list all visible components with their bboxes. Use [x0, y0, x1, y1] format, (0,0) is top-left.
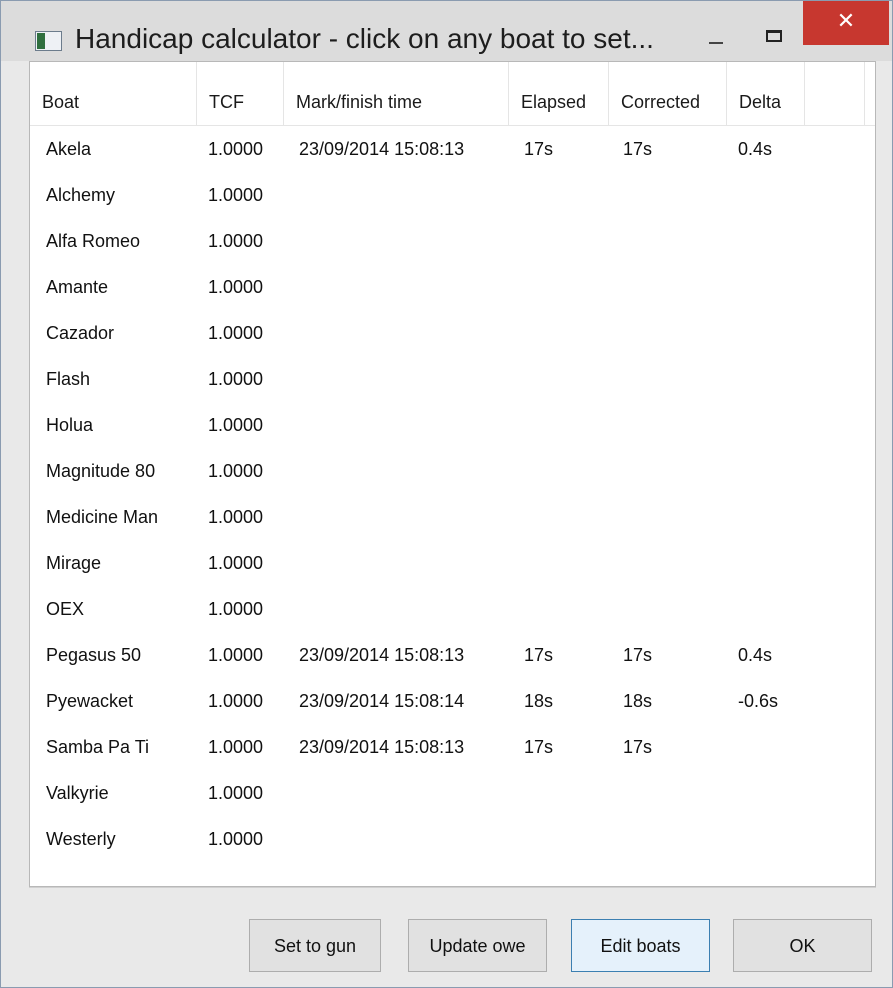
- table-row[interactable]: Akela 1.0000 23/09/2014 15:08:13 17s 17s 0.4s: [30, 126, 875, 172]
- column-header-corrected[interactable]: Corrected: [609, 62, 727, 125]
- column-header-elapsed[interactable]: Elapsed: [509, 62, 609, 125]
- column-header-tcf[interactable]: TCF: [197, 62, 284, 125]
- table-row[interactable]: Amante 1.0000: [30, 264, 875, 310]
- boat-name-cell: Flash: [46, 369, 91, 389]
- tcf-value-cell: 1.0000: [208, 691, 264, 711]
- elapsed-time-cell: 17s: [524, 737, 554, 757]
- finish-time-cell: 23/09/2014 15:08:13: [299, 737, 465, 757]
- corrected-time-cell: 17s: [623, 645, 653, 665]
- table-row[interactable]: Samba Pa Ti 1.0000 23/09/2014 15:08:13 17s 1…: [30, 724, 875, 770]
- tcf-value-cell: 1.0000: [208, 737, 264, 757]
- boat-name-cell: Westerly: [46, 829, 116, 849]
- delta-time-cell: -0.6s: [738, 691, 779, 711]
- table-row[interactable]: Pyewacket 1.0000 23/09/2014 15:08:14 18s 18s…: [30, 678, 875, 724]
- boat-name-cell: Valkyrie: [46, 783, 109, 803]
- column-header-boat[interactable]: Boat: [30, 62, 197, 125]
- boat-name-cell: Pegasus 50: [46, 645, 142, 665]
- elapsed-time-cell: 18s: [524, 691, 554, 711]
- tcf-value-cell: 1.0000: [208, 553, 264, 573]
- finish-time-cell: 23/09/2014 15:08:14: [299, 691, 465, 711]
- tcf-value-cell: 1.0000: [208, 461, 264, 481]
- table-row[interactable]: OEX 1.0000: [30, 586, 875, 632]
- table-row[interactable]: Alfa Romeo 1.0000: [30, 218, 875, 264]
- tcf-value-cell: 1.0000: [208, 783, 264, 803]
- boat-name-cell: Cazador: [46, 323, 115, 343]
- tcf-value-cell: 1.0000: [208, 599, 264, 619]
- column-header-mark-finish-time[interactable]: Mark/finish time: [284, 62, 509, 125]
- table-row[interactable]: Mirage 1.0000: [30, 540, 875, 586]
- title-bar[interactable]: Handicap calculator - click on any boat …: [1, 1, 892, 61]
- minimize-button[interactable]: [689, 1, 743, 51]
- elapsed-time-cell: 17s: [524, 645, 554, 665]
- tcf-value-cell: 1.0000: [208, 323, 264, 343]
- edit-boats-button[interactable]: Edit boats: [571, 919, 710, 972]
- table-row[interactable]: Cazador 1.0000: [30, 310, 875, 356]
- boat-name-cell: Medicine Man: [46, 507, 159, 527]
- tcf-value-cell: 1.0000: [208, 369, 264, 389]
- tcf-value-cell: 1.0000: [208, 277, 264, 297]
- table-row[interactable]: Magnitude 80 1.0000: [30, 448, 875, 494]
- corrected-time-cell: 17s: [623, 139, 653, 159]
- column-header-extra[interactable]: [805, 62, 865, 125]
- elapsed-time-cell: 17s: [524, 139, 554, 159]
- update-owe-button[interactable]: Update owe: [408, 919, 547, 972]
- table-row[interactable]: Holua 1.0000: [30, 402, 875, 448]
- set-to-gun-button[interactable]: Set to gun: [249, 919, 381, 972]
- handicap-calculator-window: Handicap calculator - click on any boat …: [0, 0, 893, 988]
- maximize-button[interactable]: [745, 1, 799, 51]
- boats-rows: Akela 1.0000 23/09/2014 15:08:13 17s 17s 0.4s…: [30, 126, 875, 862]
- boats-list[interactable]: Boat TCF Mark/finish time Elapsed Correc…: [29, 61, 876, 887]
- table-row[interactable]: Westerly 1.0000: [30, 816, 875, 862]
- tcf-value-cell: 1.0000: [208, 139, 264, 159]
- column-header-delta[interactable]: Delta: [727, 62, 805, 125]
- minimize-icon: [709, 42, 723, 44]
- corrected-time-cell: 18s: [623, 691, 653, 711]
- tcf-value-cell: 1.0000: [208, 415, 264, 435]
- list-header: Boat TCF Mark/finish time Elapsed Correc…: [30, 62, 875, 126]
- delta-time-cell: 0.4s: [738, 645, 773, 665]
- tcf-value-cell: 1.0000: [208, 185, 264, 205]
- table-row[interactable]: Pegasus 50 1.0000 23/09/2014 15:08:13 17s 17…: [30, 632, 875, 678]
- close-icon: ✕: [836, 8, 856, 33]
- maximize-icon: [766, 30, 782, 42]
- boat-name-cell: Alchemy: [46, 185, 116, 205]
- ok-button[interactable]: OK: [733, 919, 872, 972]
- boat-name-cell: Magnitude 80: [46, 461, 156, 481]
- delta-time-cell: 0.4s: [738, 139, 773, 159]
- table-row[interactable]: Valkyrie 1.0000: [30, 770, 875, 816]
- boat-name-cell: Alfa Romeo: [46, 231, 141, 251]
- tcf-value-cell: 1.0000: [208, 231, 264, 251]
- tcf-value-cell: 1.0000: [208, 645, 264, 665]
- finish-time-cell: 23/09/2014 15:08:13: [299, 645, 465, 665]
- tcf-value-cell: 1.0000: [208, 507, 264, 527]
- table-row[interactable]: Medicine Man 1.0000: [30, 494, 875, 540]
- footer-divider: [29, 887, 876, 888]
- table-row[interactable]: Flash 1.0000: [30, 356, 875, 402]
- tcf-value-cell: 1.0000: [208, 829, 264, 849]
- app-icon: [35, 31, 62, 51]
- corrected-time-cell: 17s: [623, 737, 653, 757]
- finish-time-cell: 23/09/2014 15:08:13: [299, 139, 465, 159]
- boat-name-cell: Samba Pa Ti: [46, 737, 150, 757]
- boat-name-cell: Pyewacket: [46, 691, 134, 711]
- boat-name-cell: Akela: [46, 139, 92, 159]
- boat-name-cell: Holua: [46, 415, 94, 435]
- window-title: Handicap calculator - click on any boat …: [75, 23, 654, 54]
- close-button[interactable]: ✕: [803, 1, 889, 45]
- boat-name-cell: Mirage: [46, 553, 102, 573]
- table-row[interactable]: Alchemy 1.0000: [30, 172, 875, 218]
- boat-name-cell: Amante: [46, 277, 109, 297]
- boat-name-cell: OEX: [46, 599, 85, 619]
